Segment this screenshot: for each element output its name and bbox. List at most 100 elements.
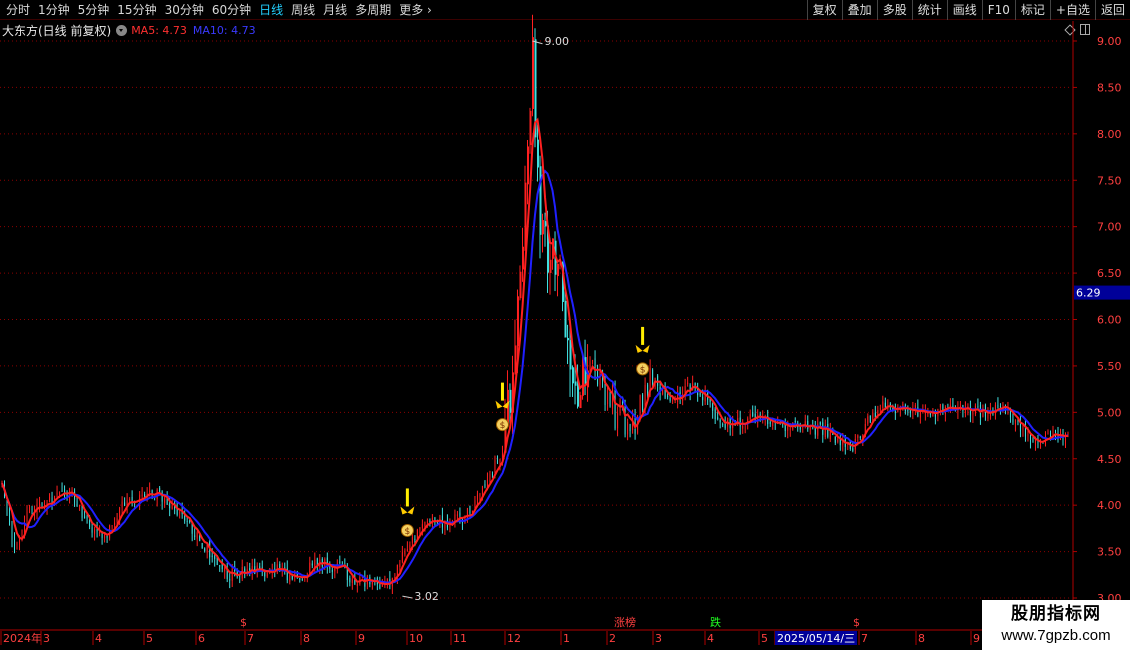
candle-body (421, 524, 423, 529)
x-tick-label: 9 (358, 632, 365, 645)
candle-body (572, 367, 575, 384)
candle-body (519, 271, 522, 299)
candle-body (521, 246, 524, 270)
candle-body (179, 512, 181, 514)
kline-chart[interactable]: 9.00 8.50 8.00 7.50 7.00 6.50 6.00 5.50 5.00 4.50… (0, 0, 1130, 650)
candle-body (104, 535, 106, 539)
candle-body (121, 501, 123, 508)
candle-body (722, 424, 724, 426)
candle-body (339, 561, 341, 563)
candle-body (186, 520, 188, 522)
candle-body (496, 460, 498, 463)
candle-body (16, 542, 18, 546)
candle-body (96, 529, 98, 532)
x-tick-label: 8 (918, 632, 925, 645)
candle-body (819, 422, 821, 425)
candle-body (201, 542, 203, 549)
candle-body (516, 296, 519, 347)
candle-body (124, 502, 126, 506)
candle-body (29, 507, 31, 513)
candle-body (657, 375, 659, 386)
candle-body (579, 395, 582, 409)
signal-bar (641, 326, 645, 345)
candle-body (639, 395, 641, 419)
candle-body (592, 360, 594, 362)
candle-body (544, 221, 547, 227)
y-tick-label: 6.50 (1097, 267, 1122, 280)
candle-body (794, 421, 796, 423)
candle-body (214, 556, 216, 559)
candle-body (479, 494, 481, 497)
ma5-line (1, 117, 1068, 586)
candle-body (94, 528, 96, 534)
current-price-label: 6.29 (1076, 287, 1101, 300)
candle-body (31, 509, 33, 511)
candle-body (642, 394, 644, 411)
candle-body (859, 436, 861, 438)
candle-body (14, 539, 16, 547)
candle-body (469, 505, 471, 514)
candle-body (1032, 439, 1034, 443)
candle-body (399, 563, 401, 568)
candle-body (529, 110, 532, 145)
candle-body (101, 533, 103, 539)
candle-body (149, 490, 151, 493)
x-tick-label: 11 (453, 632, 467, 645)
candle-body (652, 369, 654, 385)
candle-body (414, 538, 416, 540)
x-tick-label: 9 (973, 632, 980, 645)
candle-body (567, 338, 570, 341)
x-tick-label: 8 (303, 632, 310, 645)
event-marker: $ (240, 616, 247, 629)
candle-body (542, 220, 545, 235)
candle-body (549, 259, 552, 273)
candle-body (114, 522, 116, 526)
ma10-line (1, 169, 1069, 584)
candle-body (169, 503, 171, 509)
candle-body (476, 494, 478, 500)
x-tick-label: 4 (95, 632, 102, 645)
candle-body (406, 549, 408, 551)
candle-body (419, 527, 421, 530)
candle-body (329, 566, 331, 569)
y-tick-label: 8.00 (1097, 128, 1122, 141)
candle-body (211, 555, 213, 557)
candle-body (867, 416, 869, 424)
candle-body (161, 491, 163, 502)
candle-body (224, 567, 226, 572)
candle-body (622, 402, 624, 404)
butterfly-icon (635, 344, 650, 353)
candle-body (129, 498, 131, 500)
candle-body (531, 37, 534, 109)
candle-body (1012, 418, 1014, 423)
y-tick-label: 4.50 (1097, 453, 1122, 466)
candle-body (712, 403, 714, 411)
candle-body (424, 521, 426, 527)
candle-body (349, 577, 351, 583)
candle-body (39, 503, 41, 505)
candle-body (609, 392, 611, 407)
candle-body (667, 395, 669, 398)
candle-body (894, 410, 896, 414)
candle-body (526, 146, 529, 185)
candle-body (404, 551, 406, 555)
x-tick-label: 12 (507, 632, 521, 645)
candle-body (607, 390, 609, 405)
candle-body (356, 583, 358, 587)
candle-body (99, 531, 101, 534)
candle-body (456, 514, 458, 517)
candle-body (509, 389, 512, 413)
candle-body (331, 569, 333, 572)
candle-body (752, 412, 754, 416)
x-tick-label: 6 (198, 632, 205, 645)
candle-body (537, 139, 540, 168)
candle-body (674, 401, 676, 403)
y-tick-label: 5.50 (1097, 360, 1122, 373)
candle-body (79, 505, 81, 507)
candle-body (977, 406, 979, 408)
candle-body (837, 438, 839, 442)
candle-body (159, 487, 161, 492)
candle-body (907, 409, 909, 412)
candle-body (629, 424, 631, 432)
candle-body (164, 497, 166, 504)
